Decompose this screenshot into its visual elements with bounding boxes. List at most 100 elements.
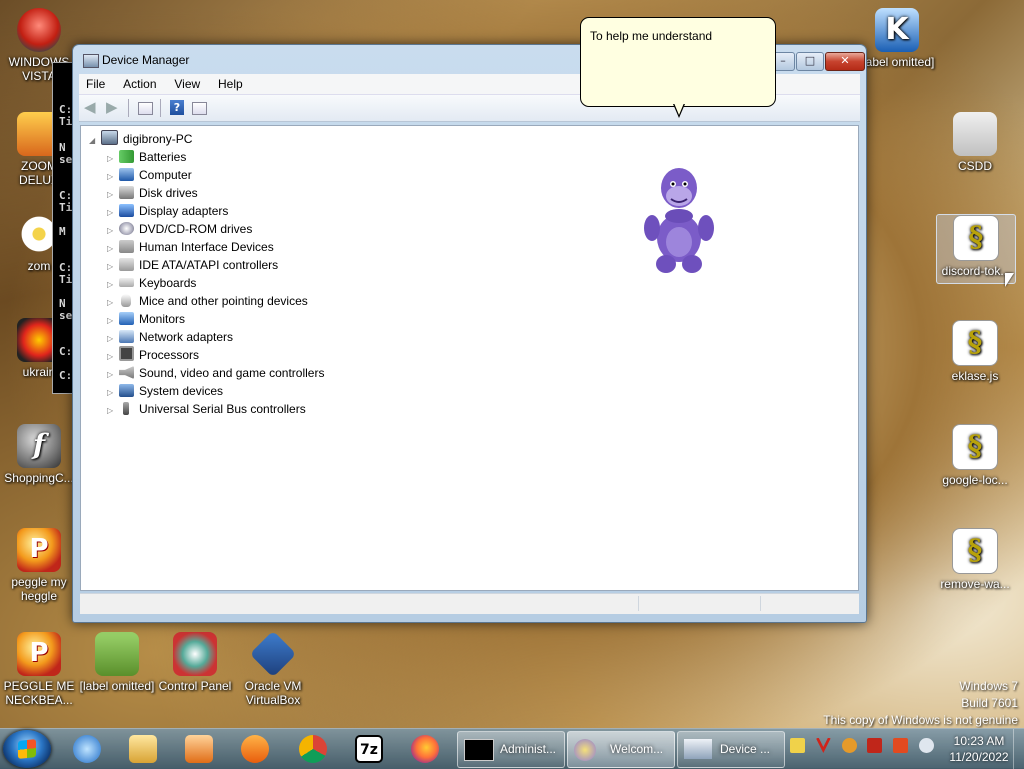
tree-node-system-devices[interactable]: ▷ System devices <box>89 382 324 400</box>
status-bar-divider <box>760 596 761 611</box>
pinned-explorer[interactable] <box>116 732 168 766</box>
speech-balloon-text: To help me understand <box>590 29 713 43</box>
menu-help[interactable]: Help <box>211 75 250 93</box>
desktop-icon-google-loc[interactable]: google-loc... <box>936 424 1014 487</box>
tree-node-batteries[interactable]: ▷ Batteries <box>89 148 324 166</box>
pinned-uc-browser[interactable] <box>228 732 280 766</box>
desktop-icon-label: CSDD <box>957 159 992 173</box>
disk-drive-icon <box>119 186 134 199</box>
taskbar-button-device-manager[interactable]: Device ... <box>677 731 785 768</box>
show-hide-console-tree-icon[interactable] <box>138 102 153 115</box>
tree-node-monitors[interactable]: ▷ Monitors <box>89 310 324 328</box>
console-line: C: <box>59 345 73 358</box>
desktop-icon-label: eklase.js <box>951 369 999 383</box>
desktop-icon-peggle-my-heggle[interactable]: peggle my heggle <box>0 528 78 603</box>
device-manager-window[interactable]: Device Manager – □ ✕ File Action View He… <box>72 44 867 623</box>
tree-node-network-adapters[interactable]: ▷ Network adapters <box>89 328 324 346</box>
menu-action[interactable]: Action <box>116 75 163 93</box>
tree-node-disk-drives[interactable]: ▷ Disk drives <box>89 184 324 202</box>
taskbar-clock[interactable]: 10:23 AM 11/20/2022 <box>935 733 1023 765</box>
flag-tray-icon[interactable] <box>867 738 883 753</box>
pinned-chrome[interactable] <box>286 732 338 766</box>
device-tree-pane[interactable]: ◢ digibrony-PC ▷ Batteries ▷ Computer ▷ Disk… <box>80 125 859 591</box>
desktop-icon-label: [label omitted] <box>859 55 935 69</box>
tree-node-dvd-drives[interactable]: ▷ DVD/CD-ROM drives <box>89 220 324 238</box>
pinned-7zip[interactable]: 7z <box>342 732 394 766</box>
desktop-icon-label: remove-wa... <box>940 577 1010 591</box>
menu-file[interactable]: File <box>79 75 112 93</box>
pinned-media-player[interactable] <box>172 732 224 766</box>
desktop-icon-discord-token[interactable]: discord-tok... <box>936 214 1016 284</box>
volume-tray-icon[interactable] <box>919 738 935 753</box>
tree-node-sound[interactable]: ▷ Sound, video and game controllers <box>89 364 324 382</box>
tree-node-label: Universal Serial Bus controllers <box>139 402 306 416</box>
tree-node-ide-controllers[interactable]: ▷ IDE ATA/ATAPI controllers <box>89 256 324 274</box>
desktop-icon-csdd[interactable]: CSDD <box>936 112 1014 173</box>
tree-node-mice[interactable]: ▷ Mice and other pointing devices <box>89 292 324 310</box>
action-center-tray-icon[interactable] <box>893 738 909 753</box>
mouse-icon <box>121 294 131 307</box>
pinned-internet-explorer[interactable] <box>60 732 112 766</box>
tree-node-processors[interactable]: ▷ Processors <box>89 346 324 364</box>
tree-node-label: IDE ATA/ATAPI controllers <box>139 258 279 272</box>
desktop-icon-label: Control Panel <box>158 679 232 693</box>
tree-node-computer[interactable]: ▷ Computer <box>89 166 324 184</box>
desktop-icon-control-panel[interactable]: Control Panel <box>156 632 234 693</box>
toolbar-separator <box>160 99 161 117</box>
bonzi-box-icon <box>95 632 139 676</box>
toolbar-separator <box>128 99 129 117</box>
system-device-icon <box>119 384 134 397</box>
desktop-icon-label: google-loc... <box>942 473 1008 487</box>
properties-icon[interactable] <box>192 102 207 115</box>
chrome-icon <box>299 735 327 763</box>
tree-root-node[interactable]: ◢ digibrony-PC <box>89 130 324 148</box>
desktop-icon-virtualbox[interactable]: Oracle VM VirtualBox <box>234 630 312 707</box>
watermark-line: Windows 7 <box>959 679 1018 693</box>
pinned-firefox[interactable] <box>398 732 450 766</box>
help-icon[interactable]: ? <box>170 100 184 115</box>
bonzi-gorilla-icon[interactable] <box>638 160 720 275</box>
windows-logo-icon <box>18 739 36 759</box>
clock-date: 11/20/2022 <box>949 750 1009 764</box>
tree-node-label: Keyboards <box>139 276 197 290</box>
tree-node-hid[interactable]: ▷ Human Interface Devices <box>89 238 324 256</box>
network-adapter-icon <box>119 330 134 343</box>
desktop-icon-gay-fiurry[interactable]: [label omitted] <box>78 632 156 693</box>
expand-triangle-icon[interactable]: ▷ <box>107 402 119 420</box>
bonzi-tray-icon[interactable] <box>790 738 805 753</box>
desktop-icon-label: PEGGLE ME NECKBEA... <box>3 679 75 707</box>
maximize-button[interactable]: □ <box>796 52 824 71</box>
system-tray <box>790 738 941 760</box>
desktop-icon-remove-wa[interactable]: remove-wa... <box>936 528 1014 591</box>
forward-arrow-icon[interactable]: ▶ <box>106 100 123 115</box>
antivirus-tray-icon[interactable] <box>815 738 831 753</box>
speaker-icon <box>119 366 134 379</box>
console-line: Ti <box>59 115 73 128</box>
taskbar-button-welcome[interactable]: Welcom... <box>567 731 675 768</box>
close-button[interactable]: ✕ <box>825 52 865 71</box>
device-manager-icon <box>83 54 99 68</box>
speech-balloon[interactable]: To help me understand <box>580 17 776 118</box>
desktop-icon-shopping[interactable]: ShoppingC... <box>0 424 78 485</box>
desktop-icon-eklase[interactable]: eklase.js <box>936 320 1014 383</box>
tree-node-usb-controllers[interactable]: ▷ Universal Serial Bus controllers <box>89 400 324 418</box>
mouse-cursor-icon <box>1005 273 1014 287</box>
menu-view[interactable]: View <box>167 75 207 93</box>
processor-icon <box>119 346 134 361</box>
clock-time: 10:23 AM <box>953 734 1005 748</box>
tree-node-display-adapters[interactable]: ▷ Display adapters <box>89 202 324 220</box>
tree-node-label: Network adapters <box>139 330 234 344</box>
back-arrow-icon[interactable]: ◀ <box>84 100 101 115</box>
desktop-icon-peggle-me-neckbeard[interactable]: PEGGLE ME NECKBEA... <box>0 632 78 707</box>
taskbar-button-administrator[interactable]: Administ... <box>457 731 565 768</box>
show-desktop-button[interactable] <box>1013 729 1024 769</box>
console-line: Ti <box>59 201 73 214</box>
search-tray-icon[interactable] <box>841 738 857 753</box>
taskbar-button-label: Welcom... <box>610 742 664 756</box>
computer-icon <box>101 130 118 145</box>
k-icon <box>875 8 919 52</box>
desktop-icon-cock-and-balls[interactable]: [label omitted] <box>858 8 936 69</box>
firefox-icon <box>411 735 439 763</box>
tree-node-keyboards[interactable]: ▷ Keyboards <box>89 274 324 292</box>
start-button[interactable] <box>3 730 51 768</box>
